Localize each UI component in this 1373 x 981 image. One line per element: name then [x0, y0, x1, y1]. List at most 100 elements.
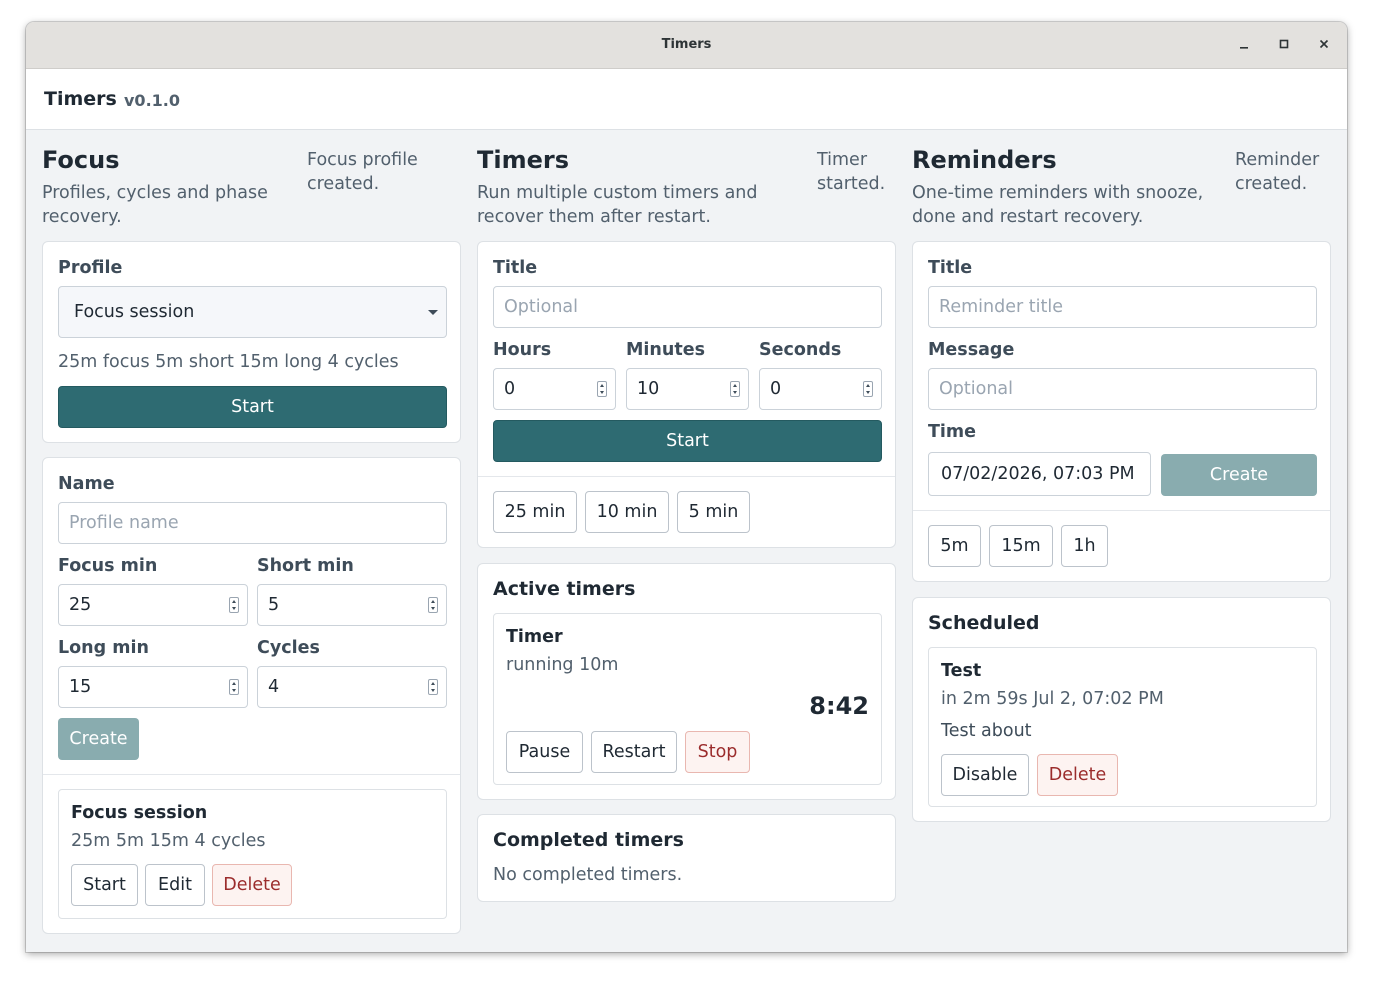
seconds-label: Seconds [759, 340, 842, 360]
timers-column: Timers Run multiple custom timers and re… [477, 130, 896, 902]
long-min-label: Long min [58, 638, 149, 658]
timers-status: Timer started. [817, 150, 886, 194]
reminder-item-when: in 2m 59s Jul 2, 07:02 PM [941, 689, 1164, 709]
spinner-icon[interactable] [229, 679, 239, 695]
completed-timers-empty: No completed timers. [493, 865, 683, 885]
minutes-input[interactable]: 10 [626, 368, 749, 410]
completed-timers-card: Completed timers No completed timers. [477, 814, 896, 902]
app-window: Timers Timers v0.1.0 Focus Profiles, cyc… [26, 22, 1347, 952]
short-min-input[interactable]: 5 [257, 584, 447, 626]
focus-min-label: Focus min [58, 556, 158, 576]
reminders-header: Reminders One-time reminders with snooze… [912, 130, 1331, 241]
preset-10-min-button[interactable]: 10 min [585, 491, 669, 533]
minimize-icon[interactable] [1232, 34, 1256, 58]
app-name: Timers [44, 88, 117, 110]
scheduled-card: Scheduled Test in 2m 59s Jul 2, 07:02 PM… [912, 597, 1331, 822]
reminder-time-input[interactable]: 07/02/2026, 07:03 PM [928, 452, 1151, 496]
reminder-disable-button[interactable]: Disable [941, 754, 1029, 796]
focus-min-input[interactable]: 25 [58, 584, 248, 626]
active-timer-meta: running 10m [506, 655, 619, 675]
completed-timers-title: Completed timers [493, 829, 684, 851]
window-title: Timers [661, 37, 712, 52]
timer-title-input[interactable]: Optional [493, 286, 882, 328]
chevron-down-icon [428, 310, 438, 315]
timers-header: Timers Run multiple custom timers and re… [477, 130, 896, 241]
profile-label: Profile [58, 258, 123, 278]
profile-edit-button[interactable]: Edit [145, 864, 205, 906]
reminder-title-input[interactable]: Reminder title [928, 286, 1317, 328]
maximize-icon[interactable] [1272, 34, 1296, 58]
divider [913, 510, 1330, 511]
timer-pause-button[interactable]: Pause [506, 731, 583, 773]
minutes-label: Minutes [626, 340, 705, 360]
profile-name-input[interactable]: Profile name [58, 502, 447, 544]
cycles-input[interactable]: 4 [257, 666, 447, 708]
short-min-label: Short min [257, 556, 354, 576]
active-timers-title: Active timers [493, 578, 636, 600]
create-reminder-button[interactable]: Create [1161, 454, 1317, 496]
scheduled-title: Scheduled [928, 612, 1040, 634]
timer-start-button[interactable]: Start [493, 420, 882, 462]
profile-select[interactable]: Focus session [58, 286, 447, 338]
profile-list-item: Focus session 25m 5m 15m 4 cycles Start … [58, 789, 447, 919]
reminders-status: Reminder created. [1235, 150, 1320, 194]
profile-start-button[interactable]: Start [71, 864, 138, 906]
hours-value: 0 [504, 379, 516, 399]
timer-title-label: Title [493, 258, 538, 278]
preset-25-min-button[interactable]: 25 min [493, 491, 577, 533]
timer-restart-button[interactable]: Restart [591, 731, 677, 773]
reminder-message-input[interactable]: Optional [928, 368, 1317, 410]
reminders-column: Reminders One-time reminders with snooze… [912, 130, 1331, 822]
reminder-message-label: Message [928, 340, 1015, 360]
reminders-subtitle: One-time reminders with snooze, done and… [912, 183, 1204, 227]
create-profile-button[interactable]: Create [58, 718, 139, 760]
short-min-value: 5 [268, 595, 280, 615]
timer-stop-button[interactable]: Stop [685, 731, 750, 773]
active-timer-remaining: 8:42 [809, 692, 869, 720]
focus-column: Focus Profiles, cycles and phase recover… [42, 130, 461, 934]
long-min-input[interactable]: 15 [58, 666, 248, 708]
window-titlebar[interactable]: Timers [26, 22, 1347, 69]
reminder-form-card: Title Reminder title Message Optional Ti… [912, 241, 1331, 582]
focus-profile-card: Profile Focus session 25m focus 5m short… [42, 241, 461, 443]
snooze-15m-button[interactable]: 15m [989, 525, 1053, 567]
reminder-time-label: Time [928, 422, 977, 442]
reminder-delete-button[interactable]: Delete [1037, 754, 1118, 796]
timers-subtitle: Run multiple custom timers and recover t… [477, 183, 758, 227]
spinner-icon[interactable] [863, 381, 873, 397]
profile-summary: 25m focus 5m short 15m long 4 cycles [58, 352, 399, 372]
reminder-item-name: Test [941, 661, 982, 681]
focus-header: Focus Profiles, cycles and phase recover… [42, 130, 461, 241]
minutes-value: 10 [637, 379, 660, 399]
profile-item-summary: 25m 5m 15m 4 cycles [71, 831, 266, 851]
active-timer-name: Timer [506, 627, 563, 647]
divider [478, 476, 895, 477]
active-timer-item: Timer running 10m 8:42 Pause Restart Sto… [493, 613, 882, 785]
timers-title: Timers [477, 146, 570, 174]
spinner-icon[interactable] [428, 679, 438, 695]
active-timers-card: Active timers Timer running 10m 8:42 Pau… [477, 563, 896, 800]
profile-form-card: Name Profile name Focus min 25 Short min… [42, 457, 461, 934]
close-icon[interactable] [1312, 34, 1336, 58]
cycles-label: Cycles [257, 638, 320, 658]
timer-form-card: Title Optional Hours 0 Minutes 10 Second… [477, 241, 896, 548]
spinner-icon[interactable] [229, 597, 239, 613]
spinner-icon[interactable] [730, 381, 740, 397]
cycles-value: 4 [268, 677, 280, 697]
reminder-item-message: Test about [941, 721, 1032, 741]
spinner-icon[interactable] [597, 381, 607, 397]
spinner-icon[interactable] [428, 597, 438, 613]
profile-delete-button[interactable]: Delete [212, 864, 292, 906]
long-min-value: 15 [69, 677, 92, 697]
preset-5-min-button[interactable]: 5 min [677, 491, 750, 533]
app-header: Timers v0.1.0 [26, 69, 1347, 130]
snooze-1h-button[interactable]: 1h [1061, 525, 1108, 567]
focus-start-button[interactable]: Start [58, 386, 447, 428]
hours-label: Hours [493, 340, 552, 360]
seconds-input[interactable]: 0 [759, 368, 882, 410]
reminders-title: Reminders [912, 146, 1057, 174]
scheduled-reminder-item: Test in 2m 59s Jul 2, 07:02 PM Test abou… [928, 647, 1317, 807]
hours-input[interactable]: 0 [493, 368, 616, 410]
snooze-5m-button[interactable]: 5m [928, 525, 981, 567]
profile-item-name: Focus session [71, 803, 208, 823]
